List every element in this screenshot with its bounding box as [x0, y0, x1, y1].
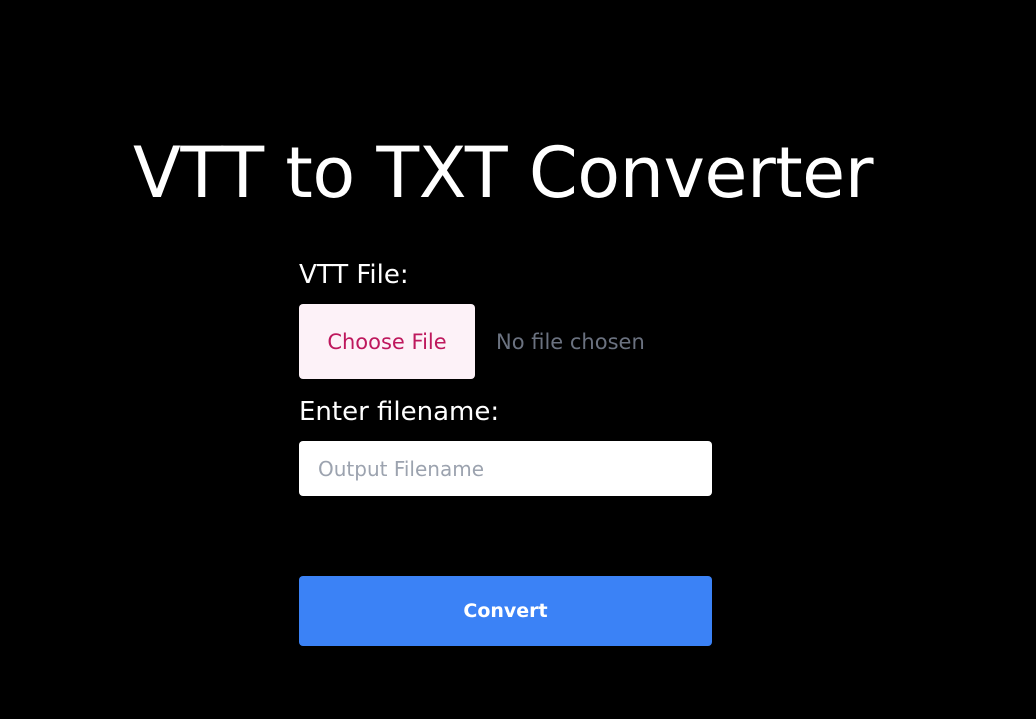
choose-file-button[interactable]: Choose File — [299, 304, 475, 379]
file-picker: Choose File No file chosen — [299, 304, 712, 379]
output-filename-input[interactable] — [299, 441, 712, 496]
file-status-text: No file chosen — [496, 329, 645, 354]
vtt-file-label: VTT File: — [299, 260, 409, 290]
convert-button[interactable]: Convert — [299, 576, 712, 646]
page-title: VTT to TXT Converter — [132, 132, 874, 214]
converter-form: VTT File: Choose File No file chosen Ent… — [299, 258, 712, 646]
filename-label: Enter filename: — [299, 397, 500, 427]
